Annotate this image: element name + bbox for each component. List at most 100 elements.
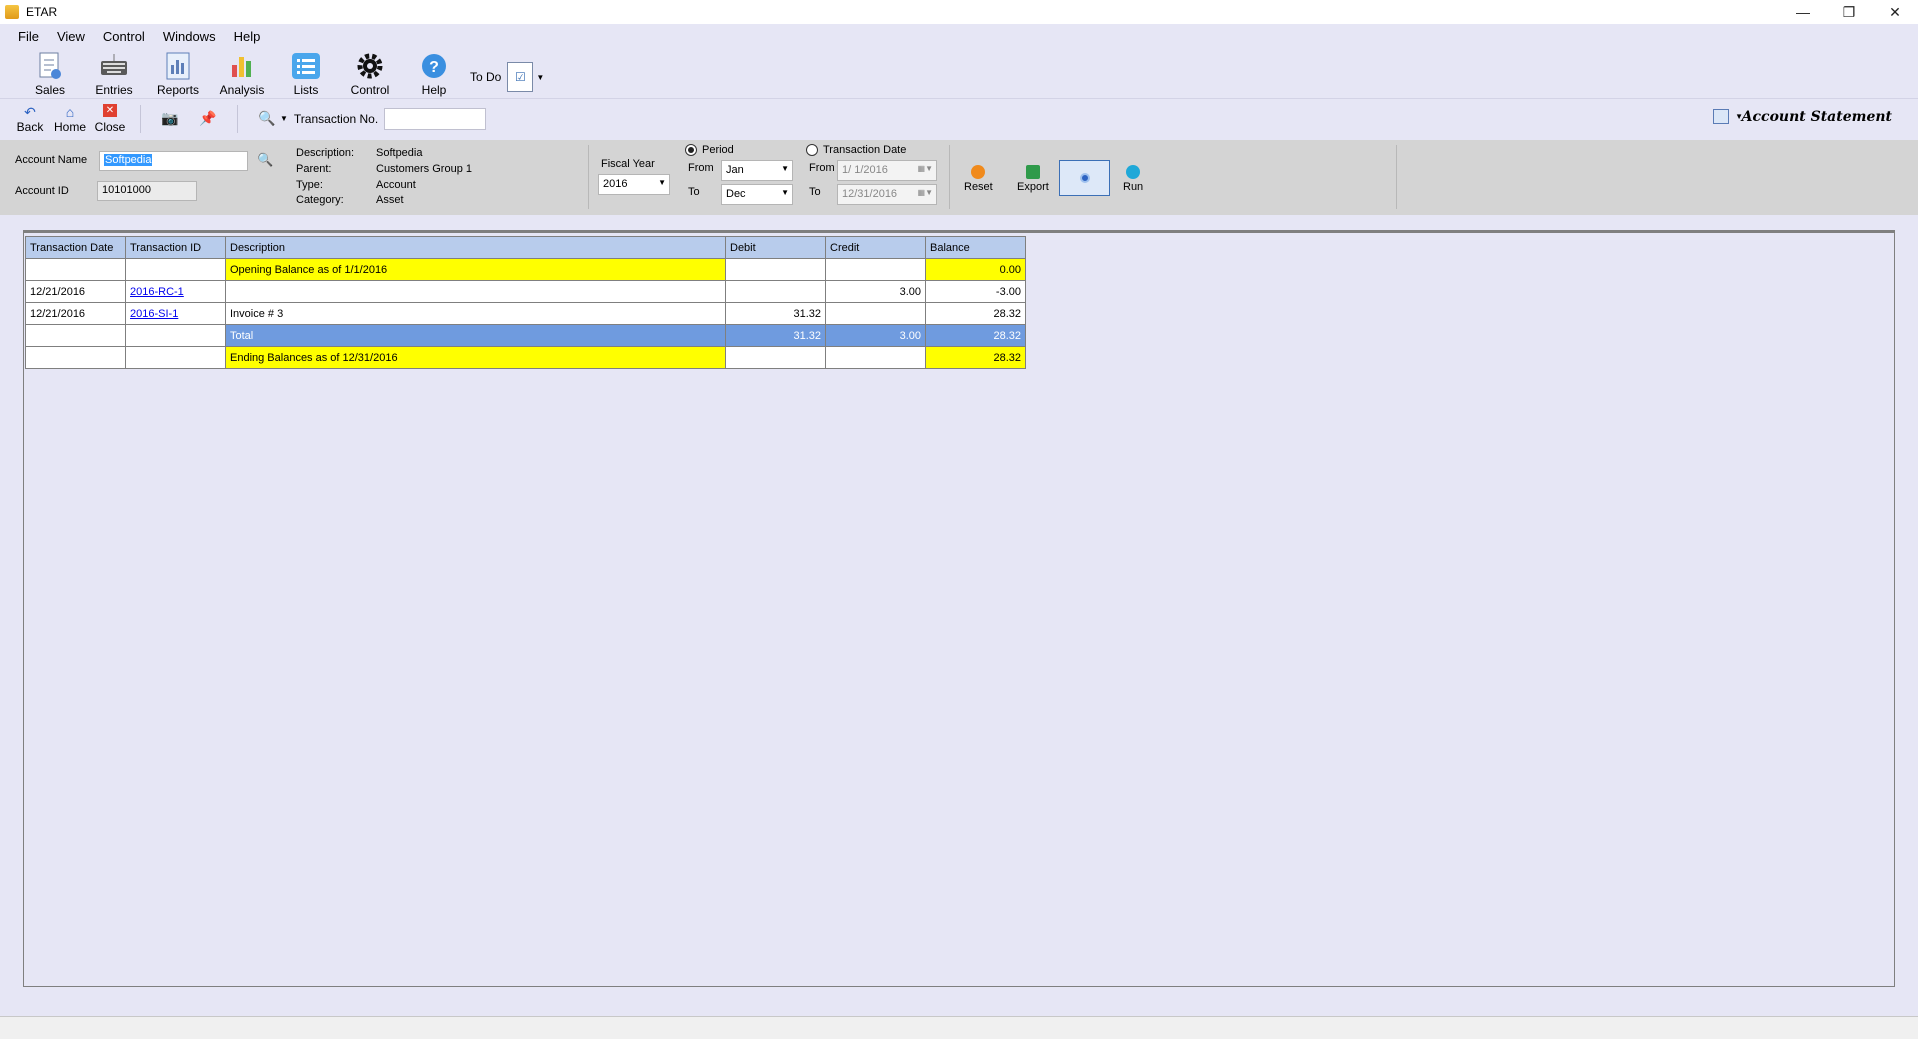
account-id-label: Account ID	[15, 185, 69, 197]
control-label: Control	[350, 83, 390, 97]
grid-header-row: Transaction Date Transaction ID Descript…	[25, 236, 1026, 259]
maximize-button[interactable]: ❐	[1826, 0, 1872, 24]
entries-button[interactable]: Entries	[82, 51, 146, 98]
close-label: Close	[94, 119, 126, 134]
todo-button[interactable]: To Do ☑ ▼	[470, 62, 544, 92]
search-icon[interactable]: 🔍	[254, 108, 280, 130]
transaction-date-radio[interactable]: Transaction Date	[806, 144, 906, 156]
period-radio[interactable]: Period	[685, 144, 734, 156]
to-date-picker[interactable]: 12/31/2016 ▦▼	[837, 184, 937, 205]
stop-button[interactable]	[1059, 160, 1110, 196]
column-header-balance[interactable]: Balance	[925, 236, 1026, 259]
back-button[interactable]: ↶ Back	[10, 104, 50, 134]
period-to-label: To	[688, 186, 700, 198]
sales-label: Sales	[34, 83, 66, 97]
transaction-no-input[interactable]	[384, 107, 487, 130]
camera-icon[interactable]: 📷	[157, 108, 183, 130]
table-row[interactable]: 12/21/2016 2016-RC-1 3.00 -3.00	[25, 280, 1026, 303]
fiscal-year-label: Fiscal Year	[601, 158, 655, 170]
table-cell	[825, 346, 926, 369]
credit-cell: 3.00	[825, 280, 926, 303]
type-label: Type:	[296, 179, 323, 191]
reset-button[interactable]: Reset	[964, 165, 993, 193]
transaction-date-cell: 12/21/2016	[25, 302, 126, 325]
fiscal-year-select[interactable]: 2016 ▼	[598, 174, 670, 195]
window-title: ETAR	[26, 5, 58, 19]
transaction-no-label: Transaction No.	[293, 111, 379, 126]
keyboard-icon	[99, 51, 129, 81]
report-title: Account Statement	[1741, 109, 1892, 125]
from-date-picker[interactable]: 1/ 1/2016 ▦▼	[837, 160, 937, 181]
reset-icon	[971, 165, 986, 179]
total-row[interactable]: Total 31.32 3.00 28.32	[25, 324, 1026, 347]
transaction-id-link[interactable]: 2016-SI-1	[125, 302, 226, 325]
parent-label: Parent:	[296, 163, 332, 175]
home-button[interactable]: ⌂ Home	[50, 104, 90, 134]
analysis-button[interactable]: Analysis	[210, 51, 274, 98]
analysis-icon	[227, 51, 257, 81]
menu-windows[interactable]: Windows	[154, 29, 225, 44]
status-bar	[0, 1016, 1918, 1039]
close-button[interactable]: ✕ Close	[90, 103, 130, 134]
ending-balance-row[interactable]: Ending Balances as of 12/31/2016 28.32	[25, 346, 1026, 369]
sales-icon	[35, 51, 65, 81]
menu-file[interactable]: File	[9, 29, 48, 44]
from-month-select[interactable]: Jan ▼	[721, 160, 793, 181]
balance-cell: 28.32	[925, 302, 1026, 325]
account-lookup-icon[interactable]: 🔍	[257, 152, 273, 168]
column-header-id[interactable]: Transaction ID	[125, 236, 226, 259]
chevron-down-icon[interactable]: ▼	[536, 73, 544, 82]
window-controls: — ❐ ✕	[1780, 0, 1918, 24]
analysis-label: Analysis	[219, 83, 265, 97]
date-to-label: To	[809, 186, 821, 198]
column-header-date[interactable]: Transaction Date	[25, 236, 126, 259]
minimize-button[interactable]: —	[1780, 0, 1826, 24]
layout-selector[interactable]: ▼	[1713, 109, 1743, 124]
description-label: Description:	[296, 147, 355, 159]
menu-control[interactable]: Control	[94, 29, 154, 44]
pin-icon[interactable]: 📌	[195, 108, 221, 130]
control-button[interactable]: Control	[338, 51, 402, 98]
menu-bar: File View Control Windows Help	[0, 24, 1918, 48]
total-balance: 28.32	[925, 324, 1026, 347]
table-row[interactable]: 12/21/2016 2016-SI-1 Invoice # 3 31.32 2…	[25, 302, 1026, 325]
menu-help[interactable]: Help	[225, 29, 270, 44]
account-statement-grid: Transaction Date Transaction ID Descript…	[25, 236, 1026, 369]
balance-cell: -3.00	[925, 280, 1026, 303]
account-name-input[interactable]: Softpedia	[99, 151, 248, 171]
run-label: Run	[1123, 181, 1144, 193]
table-cell	[125, 324, 226, 347]
home-icon: ⌂	[65, 103, 75, 120]
from-month-value: Jan	[726, 164, 744, 176]
reports-label: Reports	[156, 83, 200, 97]
reports-button[interactable]: Reports	[146, 51, 210, 98]
lists-button[interactable]: Lists	[274, 51, 338, 98]
credit-cell	[825, 302, 926, 325]
column-header-description[interactable]: Description	[225, 236, 726, 259]
transaction-id-link[interactable]: 2016-RC-1	[125, 280, 226, 303]
to-month-select[interactable]: Dec ▼	[721, 184, 793, 205]
type-value: Account	[376, 179, 416, 191]
opening-balance-value: 0.00	[925, 258, 1026, 281]
description-cell: Invoice # 3	[225, 302, 726, 325]
run-button[interactable]: Run	[1123, 165, 1143, 193]
ending-balance-value: 28.32	[925, 346, 1026, 369]
close-window-button[interactable]: ✕	[1872, 0, 1918, 24]
lists-label: Lists	[293, 83, 319, 97]
column-header-credit[interactable]: Credit	[825, 236, 926, 259]
export-button[interactable]: Export	[1017, 165, 1049, 193]
entries-label: Entries	[95, 83, 133, 97]
account-name-value: Softpedia	[104, 154, 153, 166]
help-button[interactable]: ? Help	[402, 51, 466, 98]
toolbar-divider	[140, 104, 141, 133]
opening-balance-row[interactable]: Opening Balance as of 1/1/2016 0.00	[25, 258, 1026, 281]
table-cell	[125, 346, 226, 369]
main-toolbar: Sales Entries Reports Analysis Lists Con…	[0, 48, 1918, 98]
chevron-down-icon[interactable]: ▼	[280, 114, 288, 123]
back-label: Back	[16, 119, 44, 134]
export-label: Export	[1017, 181, 1049, 193]
lists-icon	[291, 51, 321, 81]
menu-view[interactable]: View	[48, 29, 94, 44]
column-header-debit[interactable]: Debit	[725, 236, 826, 259]
sales-button[interactable]: Sales	[18, 51, 82, 98]
